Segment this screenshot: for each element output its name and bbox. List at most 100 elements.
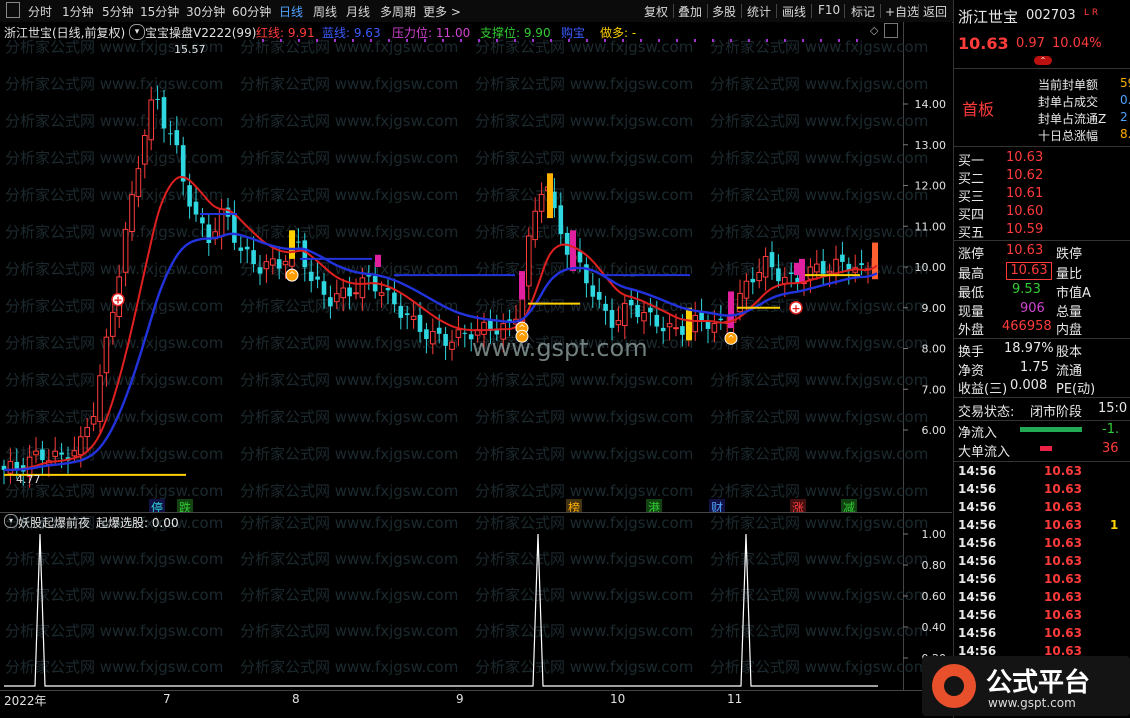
tick-price: 10.63 [1044, 518, 1082, 532]
watermark-text: 分析家公式网 www.fxjgsw.com [240, 186, 458, 204]
period-tab-0[interactable]: 分时 [28, 3, 52, 20]
period-tab-2[interactable]: 5分钟 [102, 3, 134, 20]
period-tab-6[interactable]: 日线 [279, 3, 303, 20]
x-axis-label: 8 [292, 692, 300, 706]
plus-signal-glyph: + [113, 294, 122, 307]
support-label: 支撑位: 9.90 [480, 26, 551, 40]
period-tab-3[interactable]: 15分钟 [140, 3, 179, 20]
tick-price: 10.63 [1044, 500, 1082, 514]
draw-line-button[interactable]: 画线 [782, 3, 806, 20]
indicator-chart[interactable]: 分析家公式网 www.fxjgsw.com 分析家公式网 www.fxjgsw.c… [0, 512, 952, 690]
watermark-text: 分析家公式网 www.fxjgsw.com [710, 408, 928, 426]
collapse-icon[interactable]: ⌃ [1034, 56, 1052, 65]
watermark-text: 分析家公式网 www.fxjgsw.com [240, 75, 458, 93]
limit-down-label: 跌停 [1056, 247, 1083, 262]
candlestick-chart[interactable]: 分析家公式网 www.fxjgsw.com 分析家公式网 www.fxjgsw.c… [0, 22, 952, 512]
add-favorite-button[interactable]: +自选 [885, 3, 919, 20]
watermark-text: 分析家公式网 www.fxjgsw.com [5, 112, 223, 130]
indicator-panel-name[interactable]: 妖股起爆前夜 [18, 514, 90, 531]
period-tab-10[interactable]: 更多 > [423, 3, 461, 20]
watermark-text: 分析家公式网 www.fxjgsw.com [475, 112, 693, 130]
price-tick-label: 13.00 [915, 139, 947, 152]
bid-price: 10.63 [1006, 150, 1044, 165]
chevron-down-icon[interactable]: ▾ [129, 24, 145, 40]
watermark-text: 分析家公式网 www.fxjgsw.com [710, 112, 928, 130]
buy-label: 购宝 [561, 26, 586, 40]
candle-body [673, 327, 679, 330]
signal-candle [519, 271, 525, 300]
candle-body [308, 271, 314, 282]
signal-dash [856, 39, 858, 42]
candle-body [443, 334, 448, 346]
watermark-text: 分析家公式网 www.fxjgsw.com [5, 75, 223, 93]
period-tab-5[interactable]: 60分钟 [232, 3, 271, 20]
watermark-text: 分析家公式网 www.fxjgsw.com [710, 38, 928, 56]
candle-body [666, 323, 673, 328]
candle-body [826, 270, 833, 274]
candle-body [103, 336, 110, 374]
watermark-text: 分析家公式网 www.fxjgsw.com [5, 371, 223, 389]
diamond-icon[interactable]: ◇ [870, 24, 878, 37]
period-tab-7[interactable]: 周线 [313, 3, 337, 20]
candle-body [263, 261, 270, 270]
candle-body [648, 307, 653, 313]
panel-toggle-icon[interactable] [6, 2, 20, 18]
candle-body [206, 224, 212, 243]
signal-candle [375, 254, 381, 267]
candle-body [71, 450, 78, 457]
tick-row: 14:56 10.63 [954, 608, 1130, 626]
watermark-text: 分析家公式网 www.fxjgsw.com [240, 622, 458, 640]
price-tick-label: 10.00 [915, 261, 947, 274]
plus-signal-glyph: + [791, 302, 800, 315]
period-tab-9[interactable]: 多周期 [380, 3, 416, 20]
candle-body [385, 287, 391, 291]
candle-body [558, 205, 564, 235]
price-tick-label: 9.00 [922, 302, 947, 315]
watermark-text: 分析家公式网 www.fxjgsw.com [475, 149, 693, 167]
signal-dash [658, 39, 660, 42]
f10-button[interactable]: F10 [818, 3, 840, 17]
do-long-label: 做多: - [600, 26, 637, 40]
trade-time-value: 15:0 [1098, 401, 1128, 416]
indicator-tick-label: 0.40 [922, 621, 947, 634]
tick-row: 14:56 10.63 [954, 572, 1130, 590]
candle-body [84, 427, 91, 438]
seal-row-label: 封单占成交 [1038, 95, 1099, 109]
candle-body [711, 323, 718, 333]
period-tab-1[interactable]: 1分钟 [62, 3, 94, 20]
candle-body [820, 261, 826, 274]
tick-row: 14:56 10.63 [954, 626, 1130, 644]
watermark-text: 分析家公式网 www.fxjgsw.com [240, 550, 458, 568]
seal-row-value: 0.0 [1120, 93, 1130, 107]
lr-badge: L R [1084, 8, 1099, 18]
candle-body [302, 240, 308, 268]
mark-button[interactable]: 标记 [851, 3, 875, 20]
period-tab-4[interactable]: 30分钟 [186, 3, 225, 20]
statistics-button[interactable]: 统计 [747, 3, 771, 20]
watermark-text: 分析家公式网 www.fxjgsw.com [710, 550, 928, 568]
candle-body [135, 168, 142, 198]
price-tick-label: 12.00 [915, 180, 947, 193]
multi-stock-button[interactable]: 多股 [712, 3, 736, 20]
overlay-button[interactable]: 叠加 [678, 3, 702, 20]
restore-panel-icon[interactable] [884, 23, 898, 38]
candle-body [609, 310, 615, 328]
tick-row: 14:56 10.63 [954, 500, 1130, 518]
tick-time: 14:56 [958, 482, 997, 496]
candle-body [635, 305, 640, 318]
indicator-name[interactable]: 宝宝操盘V2222(99) [145, 24, 256, 41]
x-axis-label: 11 [727, 692, 743, 706]
restore-button[interactable]: 复权 [644, 3, 668, 20]
signal-dash [694, 39, 696, 42]
tick-price: 10.63 [1044, 608, 1082, 622]
watermark-text: 分析家公式网 www.fxjgsw.com [710, 186, 928, 204]
candle-body [680, 326, 685, 335]
watermark-text: 分析家公式网 www.fxjgsw.com [475, 514, 693, 532]
candle-body [334, 293, 340, 303]
x-axis-label: 2022年 [4, 694, 47, 708]
period-tab-8[interactable]: 月线 [346, 3, 370, 20]
candle-body [392, 292, 397, 305]
back-button[interactable]: 返回 [923, 3, 947, 20]
chevron-down-icon[interactable]: ▾ [4, 514, 18, 528]
candle-body [232, 214, 237, 243]
